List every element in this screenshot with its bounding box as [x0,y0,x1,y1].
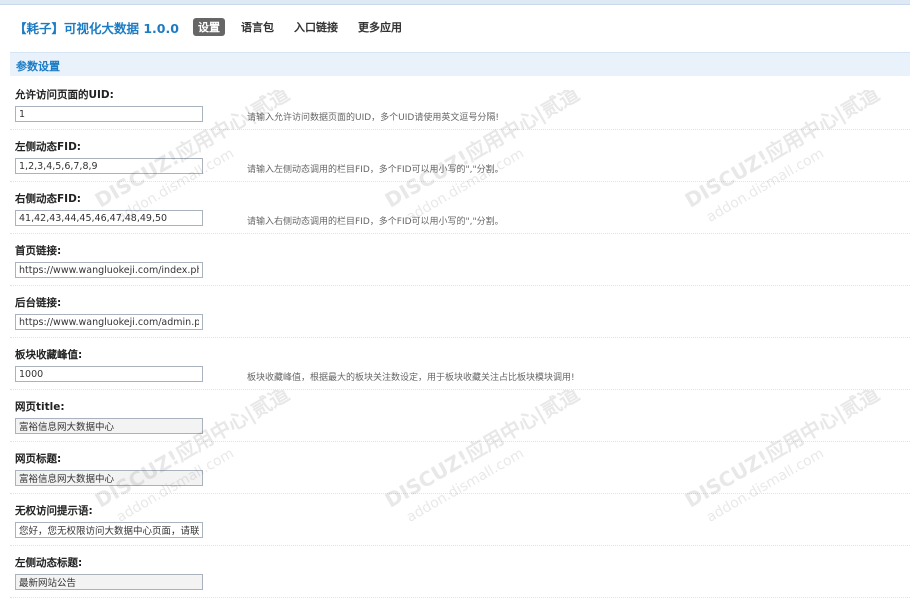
setting-label: 右侧动态FID: [15,193,81,205]
left-fid-input[interactable] [15,158,203,174]
setting-label: 板块收藏峰值: [15,349,83,361]
setting-label: 左侧动态标题: [15,557,83,569]
section-header: 参数设置 [10,52,910,76]
setting-label: 允许访问页面的UID: [15,89,114,101]
setting-row-no-access-msg: 无权访问提示语: [10,494,910,546]
setting-label: 无权访问提示语: [15,505,93,517]
setting-row-home-link: 首页链接: [10,234,910,286]
no-access-message-input[interactable] [15,522,203,538]
setting-hint: 请输入允许访问数据页面的UID，多个UID请使用英文逗号分隔! [247,113,499,123]
setting-row-forum-peak: 板块收藏峰值: 板块收藏峰值，根据最大的板块关注数设定，用于板块收藏关注占比板块… [10,338,910,390]
admin-link-input[interactable] [15,314,203,330]
setting-row-page-heading: 网页标题: [10,442,910,494]
left-title-input[interactable] [15,574,203,590]
forum-peak-input[interactable] [15,366,203,382]
home-link-input[interactable] [15,262,203,278]
tab-language-pack[interactable]: 语言包 [237,18,278,36]
right-fid-input[interactable] [15,210,203,226]
setting-hint: 请输入左侧动态调用的栏目FID，多个FID可以用小写的","分割。 [247,165,504,175]
uid-input[interactable] [15,106,203,122]
setting-label: 网页标题: [15,453,62,465]
setting-row-left-title: 左侧动态标题: [10,546,910,598]
page-heading-input[interactable] [15,470,203,486]
setting-hint: 请输入右侧动态调用的栏目FID，多个FID可以用小写的","分割。 [247,217,504,227]
section-title: 参数设置 [16,60,60,73]
setting-label: 网页title: [15,401,65,413]
tab-more-apps[interactable]: 更多应用 [354,18,406,36]
setting-row-admin-link: 后台链接: [10,286,910,338]
setting-row-left-fid: 左侧动态FID: 请输入左侧动态调用的栏目FID，多个FID可以用小写的","分… [10,130,910,182]
tab-settings[interactable]: 设置 [192,18,225,36]
setting-label: 首页链接: [15,245,62,257]
setting-hint: 板块收藏峰值，根据最大的板块关注数设定，用于板块收藏关注占比板块模块调用! [247,373,575,383]
setting-label: 后台链接: [15,297,62,309]
page-title-input[interactable] [15,418,203,434]
setting-label: 左侧动态FID: [15,141,81,153]
app-title: 【耗子】可视化大数据 1.0.0 [14,20,179,36]
tab-entry-links[interactable]: 入口链接 [290,18,342,36]
header: 【耗子】可视化大数据 1.0.0 设置 语言包 入口链接 更多应用 [14,17,418,37]
setting-row-page-title: 网页title: [10,390,910,442]
setting-row-uid: 允许访问页面的UID: 请输入允许访问数据页面的UID，多个UID请使用英文逗号… [10,78,910,130]
top-border [0,0,910,5]
setting-row-right-fid: 右侧动态FID: 请输入右侧动态调用的栏目FID，多个FID可以用小写的","分… [10,182,910,234]
